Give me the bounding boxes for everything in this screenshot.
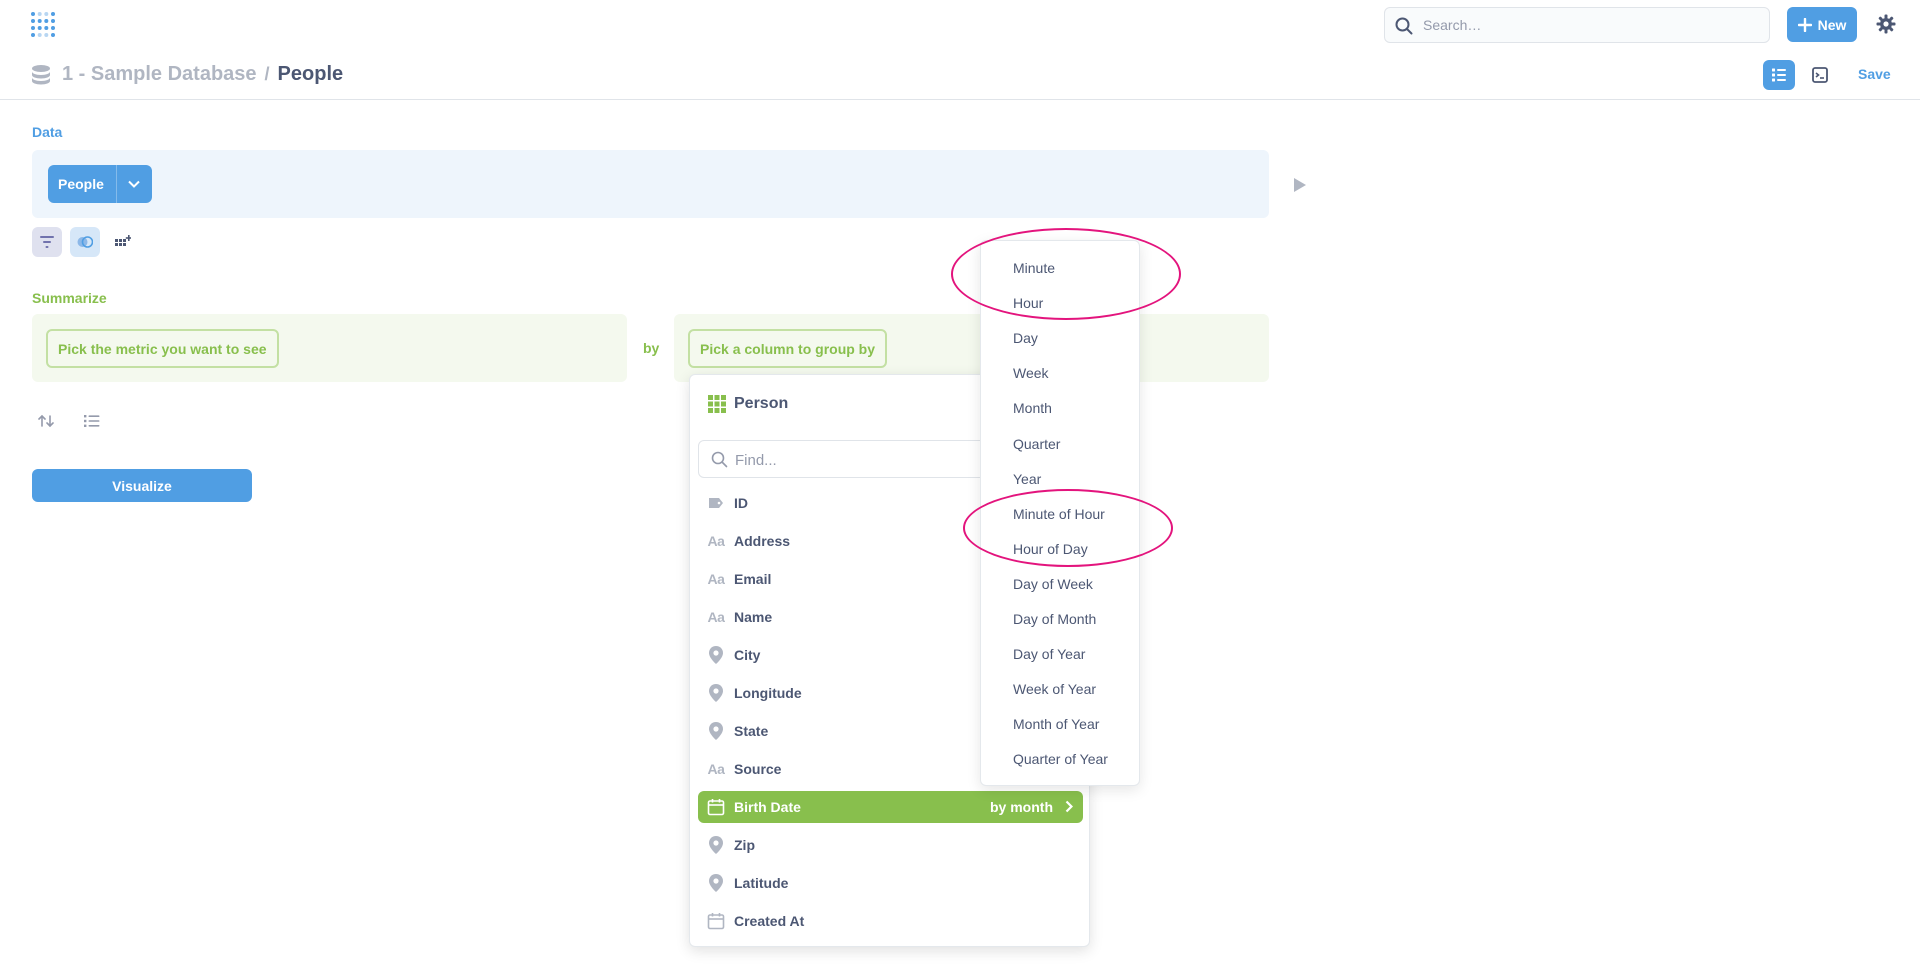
pick-metric-button[interactable]: Pick the metric you want to see: [46, 329, 279, 368]
temporal-bucket-button[interactable]: by month: [990, 799, 1053, 815]
temporal-unit-item[interactable]: Day of Month: [1013, 609, 1096, 629]
custom-column-button[interactable]: [108, 227, 138, 257]
chevron-down-icon[interactable]: [115, 165, 152, 203]
temporal-unit-item[interactable]: Year: [1013, 469, 1041, 489]
annotation-circle-minute-of-hour: [963, 489, 1173, 567]
summarize-metric-area: Pick the metric you want to see: [32, 314, 627, 382]
join-button[interactable]: [70, 227, 100, 257]
metabase-logo-icon[interactable]: [30, 11, 56, 39]
text-icon: Aa: [707, 533, 725, 549]
label-icon: [706, 493, 726, 513]
column-item-label: Zip: [734, 837, 755, 853]
search-icon: [711, 451, 728, 468]
column-picker-header[interactable]: Person: [708, 395, 788, 413]
column-item-label: Email: [734, 571, 772, 587]
column-item[interactable]: Latitude: [698, 867, 1083, 899]
query-header: 1 - Sample Database / People Save: [0, 50, 1920, 100]
column-item[interactable]: Created At: [698, 905, 1083, 937]
breadcrumb-database[interactable]: 1 - Sample Database: [62, 63, 257, 86]
pick-group-by-button[interactable]: Pick a column to group by: [688, 329, 888, 368]
temporal-unit-item[interactable]: Quarter: [1013, 434, 1060, 454]
column-item-label: City: [734, 647, 761, 663]
group-by-label: by: [643, 340, 660, 356]
search-input[interactable]: [1423, 14, 1753, 36]
filter-button[interactable]: [32, 227, 62, 257]
sort-icon[interactable]: [38, 414, 54, 433]
column-item-label: Name: [734, 609, 773, 625]
temporal-unit-item[interactable]: Month of Year: [1013, 714, 1099, 734]
temporal-unit-item[interactable]: Day of Year: [1013, 644, 1085, 664]
data-step-label: Data: [32, 124, 63, 140]
data-source-label[interactable]: People: [48, 176, 116, 192]
column-item-label: Created At: [734, 913, 805, 929]
top-nav: New: [0, 0, 1920, 50]
join-icon: [77, 236, 93, 248]
play-icon[interactable]: [1293, 178, 1307, 197]
save-button[interactable]: Save: [1858, 66, 1891, 82]
limit-icon[interactable]: [84, 414, 100, 433]
temporal-unit-item[interactable]: Week of Year: [1013, 679, 1096, 699]
table-grid-icon: [708, 395, 726, 413]
notebook-toggle-button[interactable]: [1763, 60, 1795, 90]
text-icon: Aa: [707, 571, 725, 587]
annotation-circle-minute-hour: [951, 228, 1181, 320]
data-step: People: [32, 150, 1269, 218]
breadcrumb-table[interactable]: People: [278, 63, 344, 86]
column-item-label: Source: [734, 761, 782, 777]
column-item-label: Latitude: [734, 875, 789, 891]
gear-icon[interactable]: [1876, 14, 1896, 39]
location-icon: [706, 873, 726, 893]
column-item-label: Birth Date: [734, 799, 801, 815]
location-icon: [706, 835, 726, 855]
column-item-label: State: [734, 723, 769, 739]
breadcrumb-separator: /: [264, 64, 270, 84]
temporal-unit-item[interactable]: Quarter of Year: [1013, 749, 1108, 769]
location-icon: [706, 645, 726, 665]
column-item-label: Longitude: [734, 685, 802, 701]
text-icon: Aa: [707, 609, 725, 625]
column-item-label: Address: [734, 533, 791, 549]
calendar-icon: [706, 797, 726, 817]
column-item-label: ID: [734, 495, 748, 511]
column-picker-table-name: Person: [734, 395, 789, 412]
summarize-step-label: Summarize: [32, 290, 107, 306]
text-icon: Aa: [707, 761, 725, 777]
notebook-icon: [1772, 68, 1786, 82]
temporal-unit-item[interactable]: Month: [1013, 398, 1052, 418]
new-button-label: New: [1817, 16, 1847, 33]
column-item[interactable]: Birth Date by month: [698, 791, 1083, 823]
database-icon: [30, 64, 52, 91]
new-button[interactable]: New: [1787, 7, 1857, 42]
calendar-icon: [706, 911, 726, 931]
console-icon: [1812, 67, 1828, 83]
temporal-unit-item[interactable]: Day of Week: [1013, 574, 1093, 594]
temporal-unit-item[interactable]: Day: [1013, 328, 1038, 348]
sql-preview-button[interactable]: [1805, 60, 1835, 90]
location-icon: [706, 721, 726, 741]
search-icon: [1395, 17, 1413, 35]
add-column-icon: [115, 235, 131, 246]
summarize-breakout-area: Pick a column to group by: [674, 314, 1269, 382]
global-search[interactable]: [1384, 7, 1770, 43]
breadcrumb: 1 - Sample Database / People: [62, 63, 343, 86]
data-source-pill[interactable]: People: [48, 165, 152, 203]
column-item[interactable]: Zip: [698, 829, 1083, 861]
temporal-unit-item[interactable]: Week: [1013, 363, 1049, 383]
chevron-right-icon[interactable]: [1065, 800, 1074, 816]
plus-icon: [1797, 17, 1812, 32]
location-icon: [706, 683, 726, 703]
visualize-button[interactable]: Visualize: [32, 469, 252, 502]
filter-icon: [40, 236, 54, 248]
